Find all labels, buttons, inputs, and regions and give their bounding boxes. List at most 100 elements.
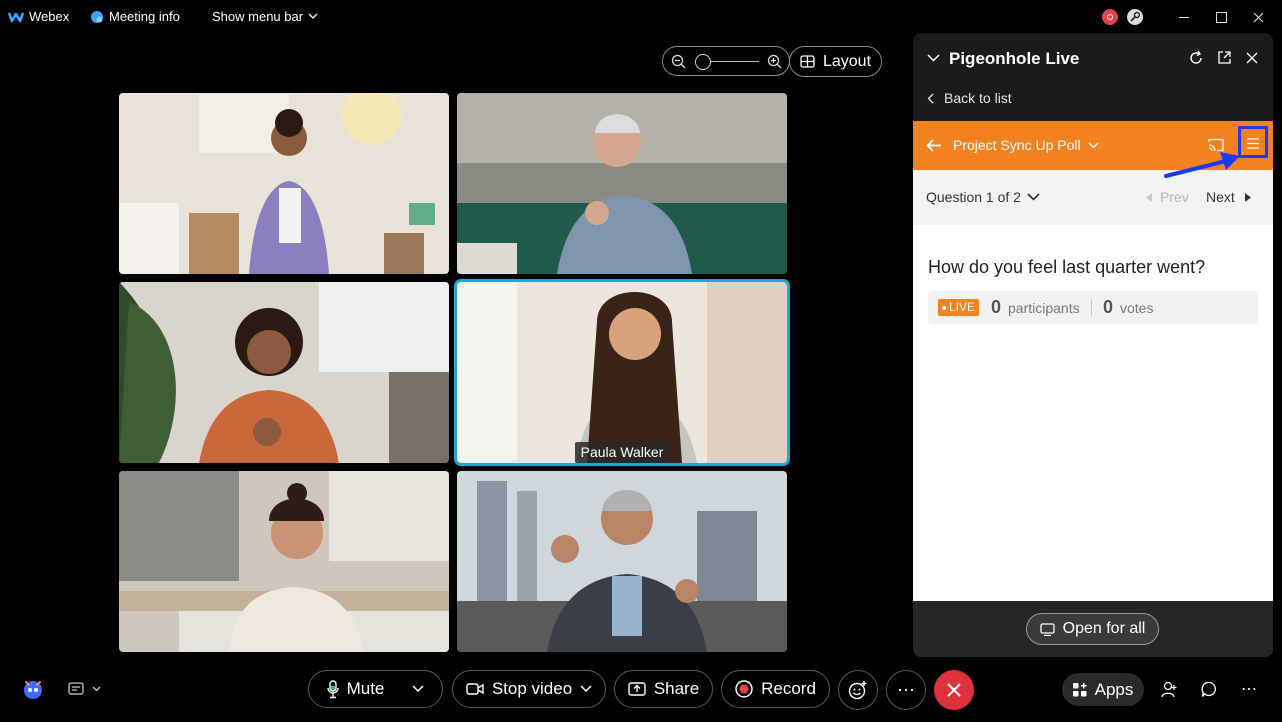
apps-grid-icon (1072, 682, 1087, 696)
chat-button[interactable] (1201, 681, 1218, 703)
poll-selector[interactable]: Project Sync Up Poll (953, 137, 1099, 153)
zoom-control[interactable] (662, 46, 790, 76)
captions-button[interactable] (68, 682, 101, 695)
chevron-down-icon (1088, 141, 1099, 149)
caret-right-icon (1244, 192, 1251, 202)
video-camera-icon (466, 683, 484, 695)
zoom-out-icon[interactable] (671, 54, 686, 69)
annotation-arrow-icon (1164, 152, 1240, 178)
chevron-down-icon[interactable] (580, 685, 592, 693)
security-key-icon[interactable] (1127, 9, 1143, 25)
more-horizontal-icon[interactable]: ⋯ (1241, 679, 1257, 699)
share-button[interactable]: Share (614, 670, 713, 708)
reactions-button[interactable] (838, 670, 878, 710)
close-icon (947, 683, 961, 697)
divider (1091, 299, 1092, 316)
show-menu-bar-button[interactable]: Show menu bar (212, 9, 318, 24)
close-window-icon[interactable] (1249, 8, 1267, 26)
participants-count: 0 (991, 297, 1002, 317)
minimize-icon[interactable] (1175, 8, 1193, 26)
stop-video-button[interactable]: Stop video (452, 670, 606, 708)
microphone-icon (326, 679, 339, 698)
chevron-down-icon[interactable] (412, 685, 424, 693)
hamburger-menu-icon[interactable] (1247, 138, 1259, 149)
votes-label: votes (1120, 300, 1154, 316)
back-to-list-link[interactable]: Back to list (927, 90, 1012, 106)
chat-bubble-icon (1201, 681, 1216, 697)
video-tile[interactable] (457, 471, 787, 652)
panel-footer: Open for all (913, 601, 1273, 657)
votes-count: 0 (1103, 297, 1114, 317)
mute-label: Mute (346, 679, 385, 698)
question-text: How do you feel last quarter went? (928, 257, 1206, 277)
video-tile[interactable] (119, 282, 449, 463)
mute-button[interactable]: Mute (308, 670, 443, 708)
question-selector[interactable]: Question 1 of 2 (926, 189, 1040, 205)
apps-label: Apps (1094, 679, 1134, 699)
record-label: Record (761, 679, 816, 698)
next-label: Next (1206, 189, 1235, 205)
participants-panel-button[interactable] (1161, 681, 1178, 703)
poll-content: How do you feel last quarter went? LIVE … (913, 225, 1273, 601)
apps-button[interactable]: Apps (1062, 673, 1144, 706)
participants-label: participants (1008, 300, 1080, 316)
video-tile[interactable] (119, 471, 449, 652)
video-tile-active-speaker[interactable] (454, 279, 790, 466)
recording-indicator-icon (1102, 9, 1118, 25)
more-horizontal-icon: ⋯ (897, 680, 915, 700)
layout-grid-icon (800, 55, 815, 68)
open-for-all-button[interactable]: Open for all (1026, 613, 1159, 645)
refresh-icon[interactable] (1188, 50, 1204, 66)
record-icon (735, 680, 753, 698)
captions-icon (68, 682, 84, 695)
meeting-info-label: Meeting info (109, 9, 180, 24)
close-panel-icon[interactable] (1246, 52, 1258, 64)
webex-menu[interactable]: Webex (8, 9, 69, 24)
back-to-list-label: Back to list (944, 90, 1012, 106)
more-options-button[interactable]: ⋯ (886, 670, 926, 710)
live-badge-label: LIVE (949, 300, 976, 314)
video-tile[interactable] (457, 93, 787, 274)
video-tile[interactable] (119, 93, 449, 274)
question-counter: Question 1 of 2 (926, 189, 1021, 205)
share-icon (628, 681, 646, 696)
chevron-down-icon (92, 686, 101, 691)
open-for-all-label: Open for all (1062, 620, 1146, 637)
end-call-button[interactable] (934, 670, 974, 710)
poll-title: Project Sync Up Poll (953, 137, 1081, 153)
participants-icon (1161, 681, 1177, 698)
record-button[interactable]: Record (721, 670, 830, 708)
participant-name-tag: Paula Walker (575, 442, 669, 463)
stop-video-label: Stop video (491, 679, 573, 698)
prev-button[interactable]: Prev (1146, 189, 1189, 205)
caret-left-icon (1146, 192, 1152, 202)
chevron-down-icon (1027, 193, 1040, 201)
zoom-slider-track[interactable] (703, 61, 759, 62)
panel-title: Pigeonhole Live (949, 49, 1080, 68)
next-button[interactable]: Next (1206, 189, 1251, 205)
meeting-info-icon (91, 10, 103, 23)
layout-label: Layout (822, 52, 872, 70)
title-bar: Webex Meeting info Show menu bar (0, 0, 1282, 34)
prev-label: Prev (1160, 189, 1189, 205)
zoom-in-icon[interactable] (767, 54, 782, 69)
meeting-info-button[interactable]: Meeting info (90, 9, 180, 24)
webex-logo-icon (8, 12, 24, 22)
zoom-slider-handle[interactable] (695, 54, 711, 70)
poll-stats: LIVE 0 participants 0 votes (928, 291, 1258, 324)
chevron-down-icon (308, 13, 318, 19)
app-name: Webex (29, 9, 70, 24)
app-side-panel: Pigeonhole Live Back to list Project Syn… (913, 33, 1273, 657)
emoji-reaction-icon (848, 681, 867, 700)
share-label: Share (653, 679, 700, 698)
share-screen-icon (1039, 622, 1055, 636)
maximize-icon[interactable] (1212, 8, 1230, 26)
collapse-panel-icon[interactable] (927, 54, 940, 62)
chevron-left-icon (927, 93, 934, 103)
ai-assistant-icon[interactable] (21, 677, 45, 701)
live-badge: LIVE (938, 299, 980, 316)
show-menu-bar-label: Show menu bar (212, 9, 304, 24)
layout-button[interactable]: Layout (789, 46, 882, 77)
pop-out-icon[interactable] (1217, 50, 1232, 65)
arrow-left-icon[interactable] (926, 139, 942, 152)
